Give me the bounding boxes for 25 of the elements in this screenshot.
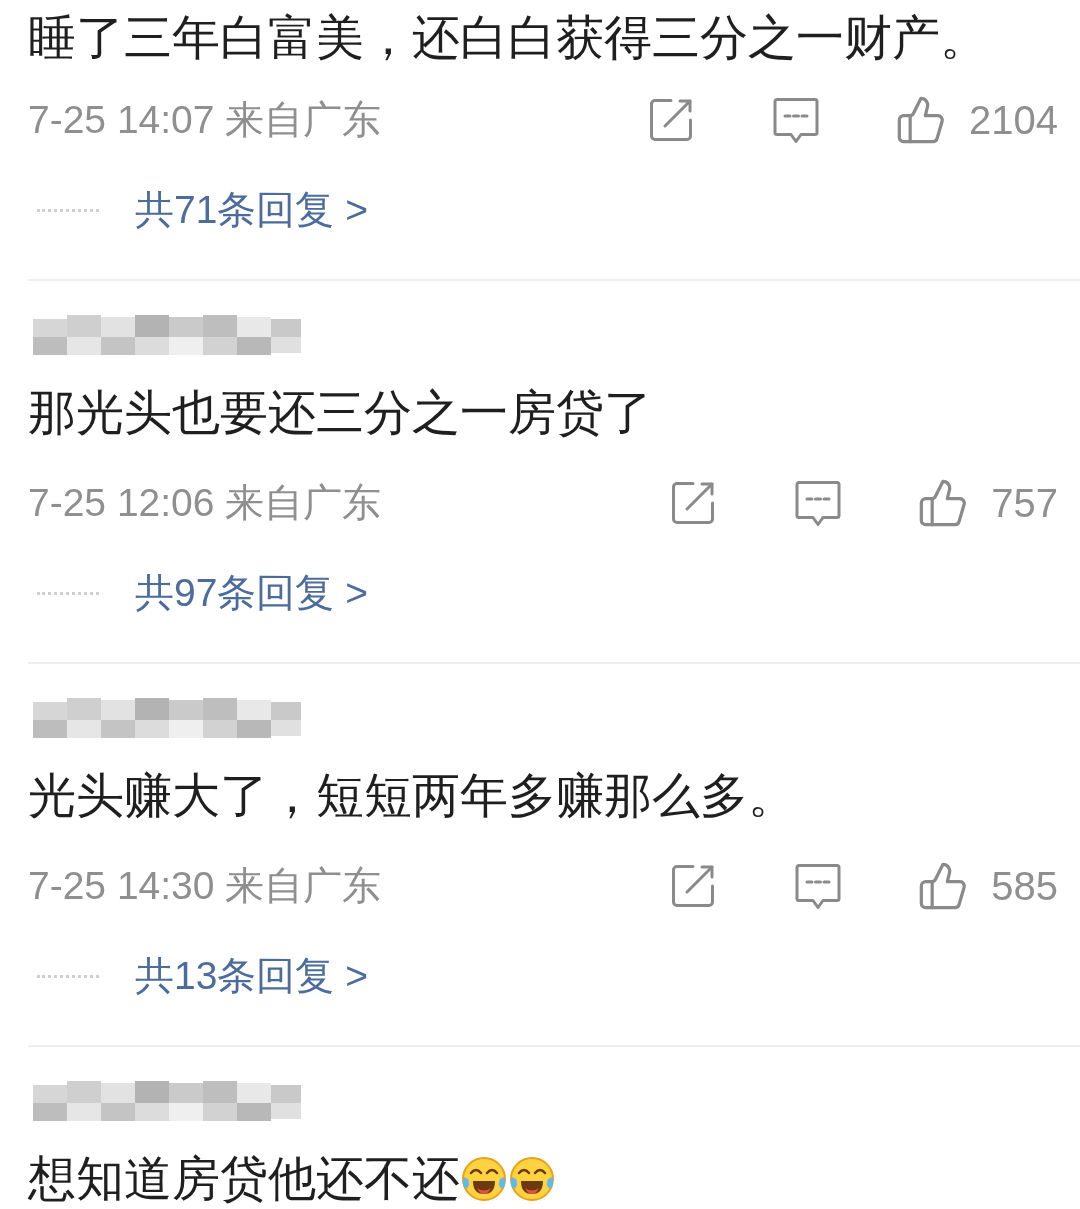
replies-link[interactable]: 共97条回复 >	[135, 570, 368, 616]
comment-location: 来自广东	[224, 480, 381, 526]
like-count: 2104	[969, 97, 1058, 143]
like-count: 585	[991, 863, 1058, 909]
replies-link[interactable]: 共13条回复 >	[135, 953, 368, 999]
like-count: 757	[991, 480, 1058, 526]
replies-link[interactable]: 共71条回复 >	[135, 187, 368, 233]
dotted-leader	[37, 591, 99, 595]
laughing-crying-face-icon	[460, 1155, 508, 1203]
comment-text: 睡了三年白富美，还白白获得三分之一财产。	[28, 10, 988, 66]
comment-location: 来自广东	[224, 863, 381, 909]
comment-text: 光头赚大了，短短两年多赚那么多。	[28, 768, 796, 824]
speech-bubble-icon[interactable]	[772, 96, 820, 144]
dotted-leader	[37, 974, 99, 978]
thumbs-up-icon[interactable]	[895, 94, 947, 146]
speech-bubble-icon[interactable]	[794, 862, 843, 910]
dotted-leader	[37, 208, 99, 212]
comment-time: 7-25 14:07	[28, 97, 215, 143]
comment-location: 来自广东	[224, 97, 381, 143]
comment-time: 7-25 14:30	[28, 863, 215, 909]
laughing-crying-face-icon	[508, 1155, 556, 1203]
speech-bubble-icon[interactable]	[794, 479, 843, 527]
comment-text: 那光头也要还三分之一房贷了	[28, 385, 652, 441]
comment-text: 想知道房贷他还不还	[28, 1151, 460, 1207]
comment-time: 7-25 12:06	[28, 480, 215, 526]
